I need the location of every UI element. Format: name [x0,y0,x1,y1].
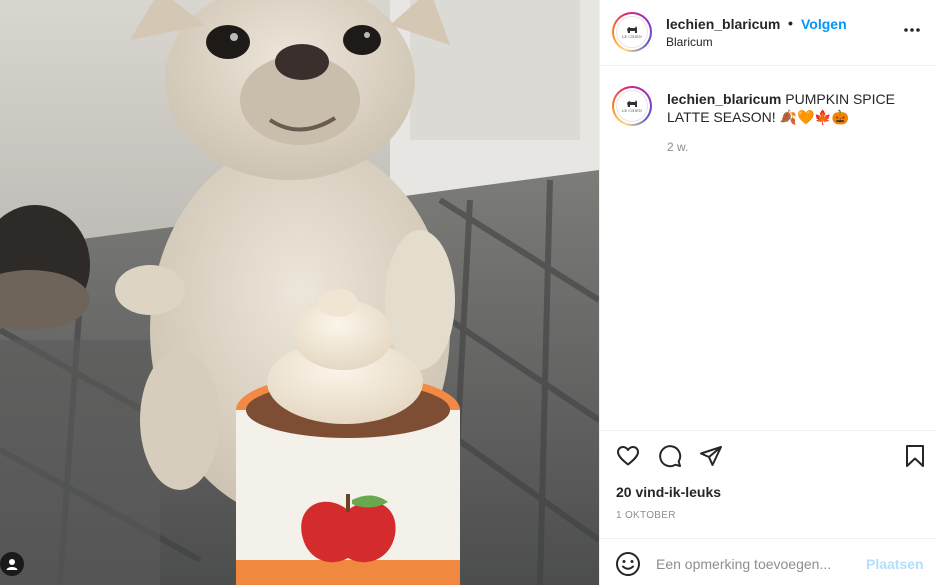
header-separator-dot: • [788,15,793,31]
paper-plane-icon[interactable] [697,442,725,470]
post-photo[interactable] [0,0,599,585]
divider [600,430,936,431]
header-username[interactable]: lechien_blaricum [666,16,780,32]
caption-timestamp[interactable]: 2 w. [667,140,688,154]
like-count[interactable]: 20 vind-ik-leuks [616,484,721,500]
bookmark-icon[interactable] [901,442,929,470]
post-comment-button[interactable]: Plaatsen [866,556,924,572]
speech-bubble-icon[interactable] [656,442,684,470]
post-header: LE CHIEN lechien_blaricum • Volgen Blari… [600,0,936,66]
dog-logo-icon [627,100,637,107]
profile-avatar[interactable]: LE CHIEN [612,12,652,52]
tagged-user-icon[interactable] [0,552,24,576]
smiley-icon[interactable] [615,551,641,577]
post-date[interactable]: 1 OKTOBER [616,510,676,521]
follow-button[interactable]: Volgen [801,16,847,32]
caption-avatar[interactable]: LE CHIEN [612,86,652,126]
comment-input[interactable] [656,552,856,576]
caption-username[interactable]: lechien_blaricum [667,91,781,107]
post-side-panel: LE CHIEN lechien_blaricum • Volgen Blari… [599,0,936,585]
heart-icon[interactable] [614,442,642,470]
caption-text-block: lechien_blaricum PUMPKIN SPICE LATTE SEA… [667,90,923,126]
avatar-logo-text: LE CHIEN [621,109,643,113]
more-options-icon[interactable] [902,20,922,40]
divider [600,538,936,539]
avatar-logo-text: LE CHIEN [621,35,643,39]
dog-with-pumpkin-latte-toy-image [0,0,599,585]
location-link[interactable]: Blaricum [666,35,713,49]
dog-logo-icon [627,26,637,33]
